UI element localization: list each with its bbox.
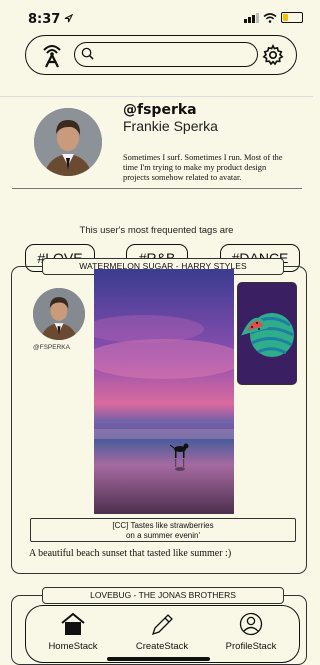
poster-avatar[interactable] <box>33 288 85 340</box>
nav-create[interactable]: CreateStack <box>119 612 205 652</box>
profile-divider <box>12 188 302 189</box>
nav-home[interactable]: HomeStack <box>30 612 116 652</box>
location-arrow-icon <box>64 14 73 23</box>
tags-heading: This user's most frequented tags are <box>79 225 234 236</box>
post-photo[interactable] <box>94 269 234 514</box>
header-divider <box>0 96 313 97</box>
search-input[interactable] <box>74 42 258 67</box>
antenna-logo-icon[interactable] <box>42 42 62 68</box>
bio-line: Sometimes I surf. Sometimes I run. Most … <box>123 153 283 162</box>
profile-full-name: Frankie Sperka <box>123 118 218 134</box>
nav-profile-label: ProfileStack <box>225 641 277 652</box>
home-indicator <box>107 657 210 661</box>
pencil-icon <box>151 614 173 636</box>
post-description: A beautiful beach sunset that tasted lik… <box>29 548 232 559</box>
caption-line: on a summer evenin' <box>125 531 200 540</box>
profile-icon <box>239 612 263 636</box>
bottom-navigation: HomeStack CreateStack ProfileStack <box>25 605 300 663</box>
post-song-title[interactable]: LOVEBUG - THE JONAS BROTHERS <box>42 587 284 604</box>
poster-handle[interactable]: @FSPERKA <box>33 344 70 351</box>
profile-bio: Sometimes I surf. Sometimes I run. Most … <box>123 153 313 183</box>
gear-icon[interactable] <box>262 44 284 66</box>
home-icon <box>61 612 85 635</box>
battery-icon <box>281 12 303 23</box>
profile-avatar <box>34 108 102 176</box>
search-icon <box>81 47 94 60</box>
nav-create-label: CreateStack <box>135 641 189 652</box>
status-time: 8:37 <box>28 12 61 27</box>
signal-icon <box>244 12 259 23</box>
bio-line: time I'm trying to make my product desig… <box>123 163 267 172</box>
caption-line: [CC] Tastes like strawberries <box>112 521 214 530</box>
status-indicators <box>244 12 303 23</box>
top-bar <box>25 35 297 75</box>
bio-line: projects somehow related to avatar. <box>123 173 242 182</box>
watermelon-sticker[interactable] <box>237 282 297 385</box>
profile-username: @fsperka <box>123 102 197 118</box>
nav-home-label: HomeStack <box>48 641 98 652</box>
post-caption: [CC] Tastes like strawberries on a summe… <box>30 518 296 542</box>
status-bar: 8:37 <box>0 0 313 34</box>
nav-profile[interactable]: ProfileStack <box>208 612 294 652</box>
wifi-icon <box>263 12 277 23</box>
